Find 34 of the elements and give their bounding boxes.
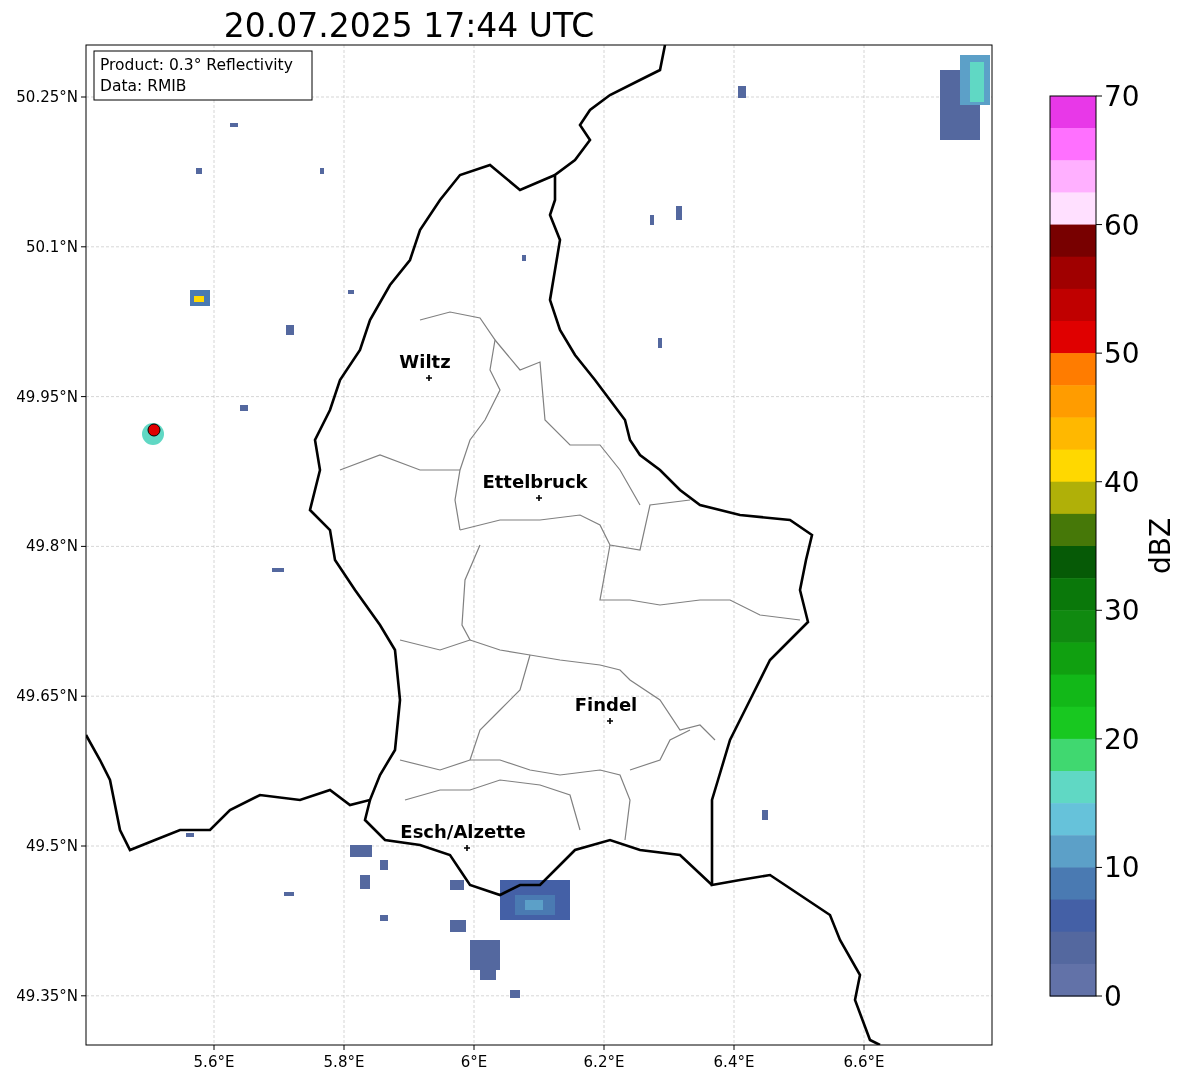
chart-title: 20.07.2025 17:44 UTC <box>223 6 595 45</box>
x-tick-label: 6.2°E <box>583 1053 625 1071</box>
y-tick-label: 50.25°N <box>16 88 78 106</box>
colorbar-tick-label: 30 <box>1104 594 1140 628</box>
y-tick-label: 49.5°N <box>25 837 78 855</box>
city-label: Ettelbruck <box>482 471 588 492</box>
legend-text: Product: 0.3° Reflectivity <box>100 56 293 74</box>
colorbar-tick-label: 60 <box>1104 208 1140 242</box>
city-label: Esch/Alzette <box>400 821 526 842</box>
y-tick-label: 50.1°N <box>25 237 78 256</box>
colorbar-tick-label: 70 <box>1104 80 1140 113</box>
x-tick-label: 6.4°E <box>713 1053 755 1071</box>
colorbar-tick-label: 0 <box>1104 980 1122 1013</box>
city-marker <box>463 844 471 852</box>
y-tick-label: 49.8°N <box>25 537 78 556</box>
x-tick-label: 5.8°E <box>323 1053 365 1071</box>
colorbar-tick-label: 20 <box>1104 722 1140 756</box>
y-tick-label: 49.95°N <box>16 387 78 406</box>
y-tick-label: 49.65°N <box>16 687 78 706</box>
colorbar-tick-label: 10 <box>1104 851 1140 885</box>
x-tick-label: 6.6°E <box>843 1053 885 1071</box>
city-label: Wiltz <box>399 351 451 372</box>
legend-text: Data: RMIB <box>100 77 187 95</box>
city-marker <box>535 494 543 502</box>
colorbar-tick-label: 50 <box>1104 337 1140 371</box>
colorbar-tick-label: 40 <box>1104 465 1140 499</box>
city-marker <box>425 374 433 382</box>
radar-site-marker <box>142 423 164 445</box>
city-label: Findel <box>574 694 638 715</box>
y-tick-label: 49.35°N <box>16 986 78 1005</box>
x-tick-label: 6°E <box>460 1053 488 1071</box>
x-tick-label: 5.6°E <box>193 1053 235 1071</box>
city-marker <box>606 717 614 725</box>
colorbar-label: dBZ <box>1144 517 1177 575</box>
